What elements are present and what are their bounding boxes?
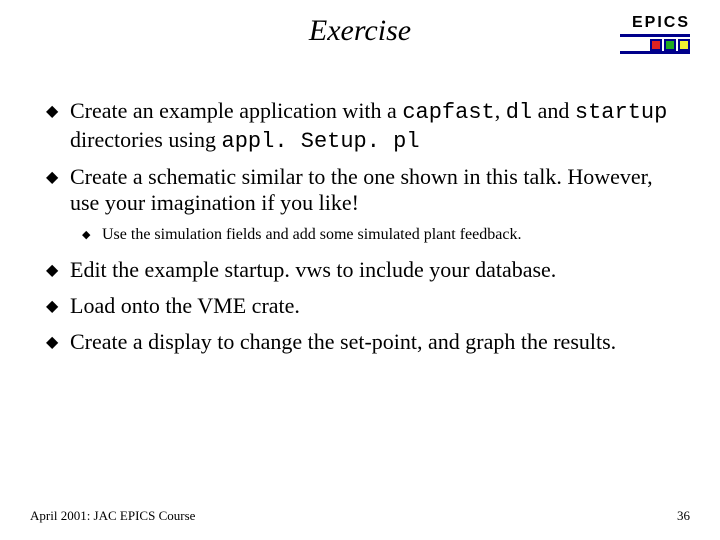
- code-text: dl: [506, 100, 532, 125]
- bullet-text: Create a schematic similar to the one sh…: [70, 164, 680, 218]
- epics-logo-square-yellow: [678, 39, 690, 51]
- bullet-text: Use the simulation fields and add some s…: [102, 225, 680, 245]
- slide-title: Exercise: [0, 14, 720, 48]
- epics-logo-square-green: [664, 39, 676, 51]
- diamond-bullet-icon: ◆: [46, 329, 70, 357]
- text-run: ,: [495, 98, 506, 123]
- bullet-item: ◆Create an example application with a ca…: [46, 98, 680, 156]
- epics-logo-squares: [650, 39, 690, 51]
- diamond-bullet-icon: ◆: [46, 257, 70, 285]
- diamond-bullet-icon: ◆: [46, 293, 70, 321]
- text-run: Use the simulation fields and add some s…: [102, 226, 521, 243]
- code-text: appl. Setup. pl: [222, 129, 420, 154]
- text-run: and: [532, 98, 575, 123]
- text-run: Load onto the VME crate.: [70, 293, 300, 318]
- footer-page-number: 36: [677, 508, 690, 524]
- epics-logo: EPICS: [620, 14, 690, 56]
- epics-logo-line: [620, 51, 690, 54]
- diamond-bullet-icon: ◆: [82, 225, 102, 245]
- sub-bullet-group: ◆Use the simulation fields and add some …: [82, 225, 680, 245]
- text-run: directories using: [70, 127, 222, 152]
- sub-bullet-item: ◆Use the simulation fields and add some …: [82, 225, 680, 245]
- bullet-text: Create an example application with a cap…: [70, 98, 680, 156]
- text-run: Create a display to change the set-point…: [70, 329, 616, 354]
- bullet-item: ◆Create a display to change the set-poin…: [46, 329, 680, 357]
- bullet-item: ◆Edit the example startup. vws to includ…: [46, 257, 680, 285]
- footer-left: April 2001: JAC EPICS Course: [30, 508, 195, 524]
- slide-footer: April 2001: JAC EPICS Course 36: [30, 508, 690, 524]
- text-run: Create an example application with a: [70, 98, 402, 123]
- epics-logo-bars: [620, 34, 690, 56]
- epics-logo-line: [620, 34, 690, 37]
- bullet-text: Create a display to change the set-point…: [70, 329, 680, 357]
- bullet-item: ◆Create a schematic similar to the one s…: [46, 164, 680, 218]
- text-run: Create a schematic similar to the one sh…: [70, 164, 653, 216]
- bullet-text: Load onto the VME crate.: [70, 293, 680, 321]
- slide-body: ◆Create an example application with a ca…: [46, 98, 680, 365]
- text-run: Edit the example startup. vws to include…: [70, 257, 556, 282]
- epics-logo-square-red: [650, 39, 662, 51]
- code-text: startup: [575, 100, 667, 125]
- epics-logo-text: EPICS: [620, 14, 690, 32]
- diamond-bullet-icon: ◆: [46, 98, 70, 156]
- code-text: capfast: [402, 100, 494, 125]
- slide: Exercise EPICS ◆Create an example applic…: [0, 0, 720, 540]
- slide-header: Exercise: [0, 14, 720, 64]
- bullet-text: Edit the example startup. vws to include…: [70, 257, 680, 285]
- diamond-bullet-icon: ◆: [46, 164, 70, 218]
- bullet-item: ◆Load onto the VME crate.: [46, 293, 680, 321]
